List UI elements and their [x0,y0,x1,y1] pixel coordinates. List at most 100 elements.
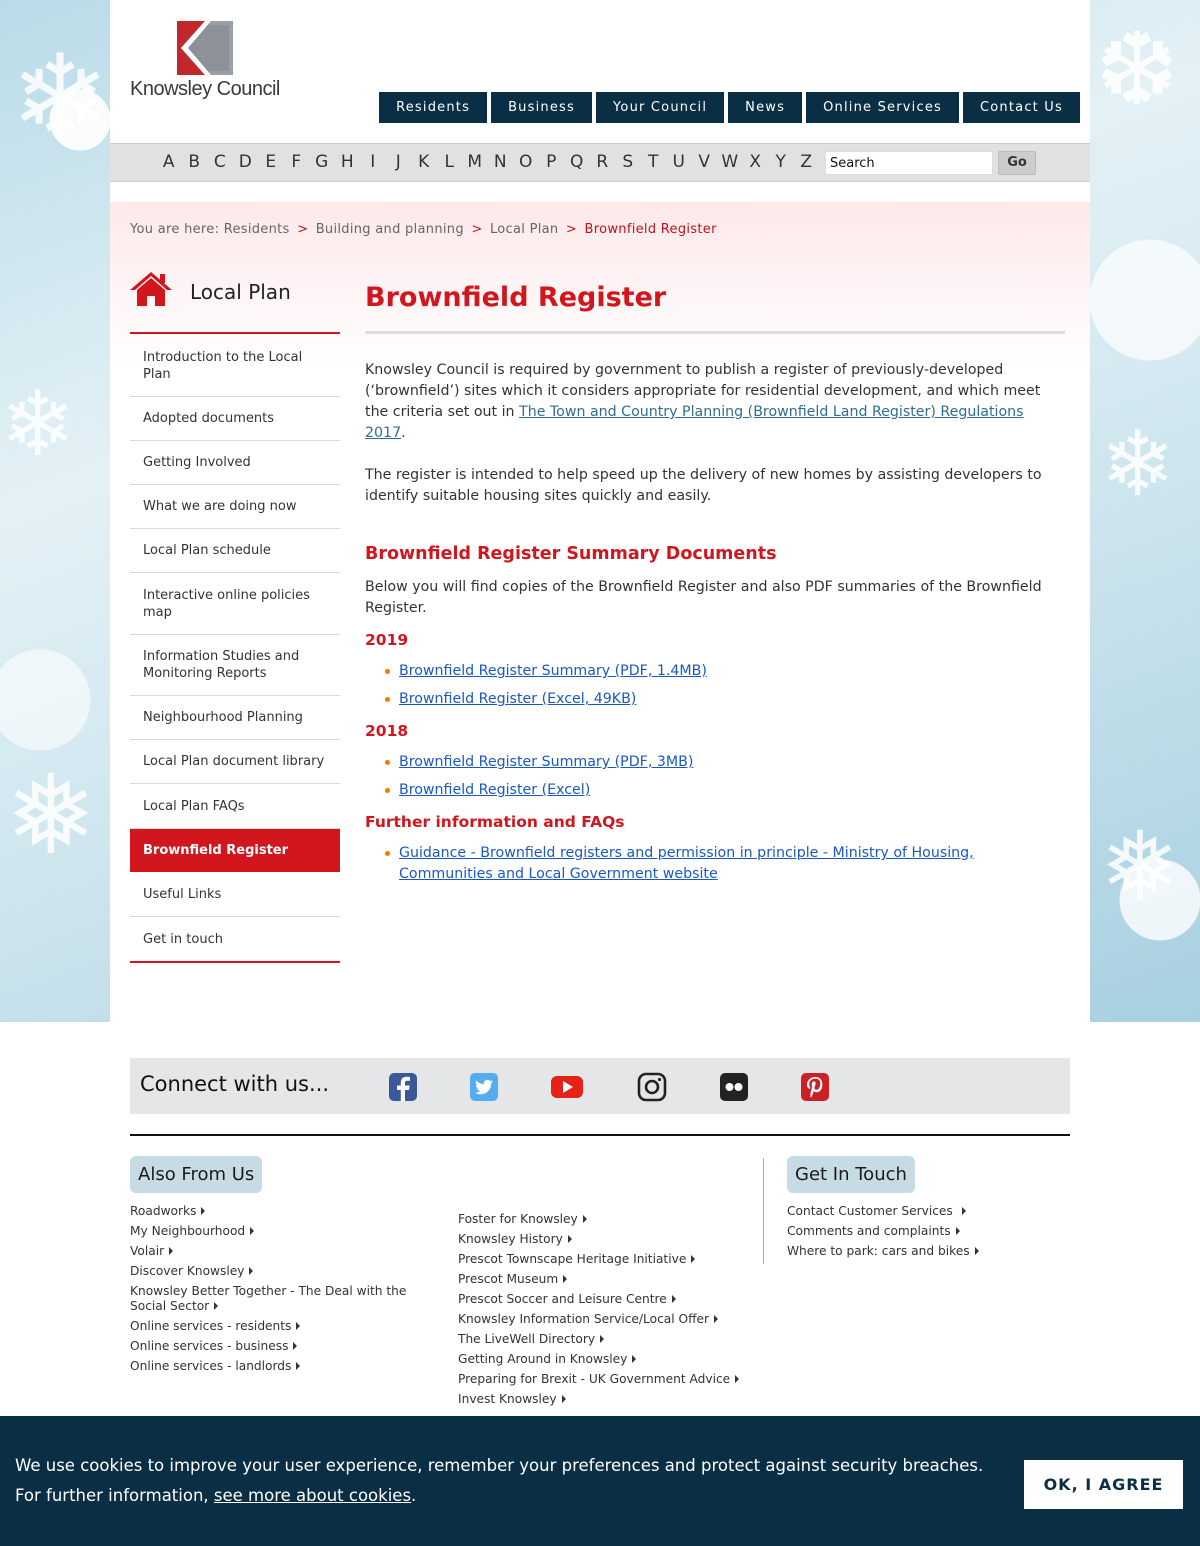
list-item: Brownfield Register Summary (PDF, 1.4MB) [365,661,1065,682]
a-z-letter-v[interactable]: V [692,152,718,172]
guidance-link[interactable]: Guidance - Brownfield registers and perm… [399,845,974,882]
a-z-letter-c[interactable]: C [207,152,233,172]
also-from-us-heading: Also From Us [130,1156,263,1193]
a-z-letter-y[interactable]: Y [768,152,794,172]
a-z-letter-j[interactable]: J [386,152,412,172]
a-z-letter-w[interactable]: W [717,152,743,172]
summary-pdf-2018-link[interactable]: Brownfield Register Summary (PDF, 3MB) [399,754,693,770]
caret-right-icon [974,1247,979,1255]
nav-residents[interactable]: Residents [379,92,488,123]
a-z-letter-z[interactable]: Z [794,152,820,172]
twitter-icon[interactable] [469,1072,499,1102]
caret-right-icon [691,1255,696,1263]
sidebar-item-adopted-documents[interactable]: Adopted documents [130,397,340,441]
footer-link[interactable]: The LiveWell Directory [458,1329,758,1349]
footer-link[interactable]: My Neighbourhood [130,1221,430,1241]
cookie-agree-button[interactable]: OK, I AGREE [1024,1460,1183,1509]
a-z-letter-u[interactable]: U [666,152,692,172]
a-z-letter-a[interactable]: A [156,152,182,172]
a-z-letter-i[interactable]: I [360,152,386,172]
footer-link[interactable]: Knowsley Better Together - The Deal with… [130,1281,430,1316]
footer-link[interactable]: Knowsley Information Service/Local Offer [458,1309,758,1329]
footer-link[interactable]: Online services - landlords [130,1356,430,1376]
snowflake-decoration: ❅ [1100,812,1180,922]
instagram-icon[interactable] [637,1072,667,1102]
sidebar-item-getting-involved[interactable]: Getting Involved [130,441,340,485]
a-z-letter-m[interactable]: M [462,152,488,172]
a-z-letter-s[interactable]: S [615,152,641,172]
footer-link[interactable]: Online services - residents [130,1316,430,1336]
footer-link[interactable]: Discover Knowsley [130,1261,430,1281]
also-from-us-list-2: Foster for Knowsley Knowsley History Pre… [458,1209,758,1409]
a-z-letter-t[interactable]: T [641,152,667,172]
snowflake-decoration: ❅ [5,751,98,879]
a-z-letter-k[interactable]: K [411,152,437,172]
a-z-letter-b[interactable]: B [182,152,208,172]
a-z-letter-f[interactable]: F [284,152,310,172]
a-z-letter-r[interactable]: R [590,152,616,172]
sidebar-item-neighbourhood-planning[interactable]: Neighbourhood Planning [130,696,340,740]
pinterest-icon[interactable] [800,1072,830,1102]
sidebar-item-policies-map[interactable]: Interactive online policies map [130,573,340,635]
caret-right-icon [169,1247,174,1255]
footer-link[interactable]: Getting Around in Knowsley [458,1349,758,1369]
footer-link[interactable]: Prescot Museum [458,1269,758,1289]
footer-link[interactable]: Contact Customer Services [787,1201,1067,1221]
flickr-icon[interactable] [719,1072,749,1102]
a-z-letter-o[interactable]: O [513,152,539,172]
footer-link[interactable]: Roadworks [130,1201,430,1221]
register-excel-2018-link[interactable]: Brownfield Register (Excel) [399,782,590,798]
sidebar-item-get-in-touch[interactable]: Get in touch [130,917,340,961]
breadcrumb-residents[interactable]: Residents [224,222,290,237]
footer-link[interactable]: Comments and complaints [787,1221,1067,1241]
council-logo[interactable]: Knowsley Council [130,20,280,105]
footer-link[interactable]: Online services - business [130,1336,430,1356]
footer-link[interactable]: Prescot Townscape Heritage Initiative [458,1249,758,1269]
search-go-button[interactable]: Go [998,151,1036,175]
a-z-index: ABCDEFGHIJKLMNOPQRSTUVWXYZ [156,152,819,172]
footer-link[interactable]: Prescot Soccer and Leisure Centre [458,1289,758,1309]
a-z-letter-d[interactable]: D [233,152,259,172]
a-z-letter-x[interactable]: X [743,152,769,172]
a-z-letter-q[interactable]: Q [564,152,590,172]
register-excel-2019-link[interactable]: Brownfield Register (Excel, 49KB) [399,691,636,707]
nav-business[interactable]: Business [491,92,592,123]
youtube-icon[interactable] [550,1072,584,1102]
caret-right-icon [214,1302,219,1310]
list-item: Brownfield Register (Excel) [365,780,1065,801]
a-z-letter-e[interactable]: E [258,152,284,172]
footer-link[interactable]: Preparing for Brexit - UK Government Adv… [458,1369,758,1389]
summary-pdf-2019-link[interactable]: Brownfield Register Summary (PDF, 1.4MB) [399,663,707,679]
a-z-letter-p[interactable]: P [539,152,565,172]
footer-link[interactable]: Volair [130,1241,430,1261]
a-z-letter-h[interactable]: H [335,152,361,172]
sidebar-item-faqs[interactable]: Local Plan FAQs [130,784,340,829]
search-input[interactable] [825,151,993,175]
sidebar-item-useful-links[interactable]: Useful Links [130,872,340,917]
a-z-letter-g[interactable]: G [309,152,335,172]
a-z-letter-l[interactable]: L [437,152,463,172]
nav-your-council[interactable]: Your Council [596,92,725,123]
sidebar-item-schedule[interactable]: Local Plan schedule [130,529,340,573]
footer-link[interactable]: Foster for Knowsley [458,1209,758,1229]
nav-news[interactable]: News [728,92,803,123]
nav-online-services[interactable]: Online Services [806,92,959,123]
snowflake-decoration: ❄ [10,30,111,169]
caret-right-icon [961,1207,966,1215]
sidebar-item-what-we-are-doing[interactable]: What we are doing now [130,485,340,529]
facebook-icon[interactable] [388,1072,418,1102]
nav-contact-us[interactable]: Contact Us [963,92,1080,123]
sidebar-item-document-library[interactable]: Local Plan document library [130,740,340,784]
a-z-letter-n[interactable]: N [488,152,514,172]
sidebar-item-brownfield-register[interactable]: Brownfield Register [130,829,340,872]
sidebar-item-studies-reports[interactable]: Information Studies and Monitoring Repor… [130,635,340,696]
cookie-banner: We use cookies to improve your user expe… [0,1416,1200,1546]
get-in-touch-heading: Get In Touch [787,1156,915,1193]
footer-link[interactable]: Invest Knowsley [458,1389,758,1409]
footer-link[interactable]: Where to park: cars and bikes [787,1241,1067,1261]
breadcrumb-building-planning[interactable]: Building and planning [316,222,464,237]
sidebar-item-introduction[interactable]: Introduction to the Local Plan [130,336,340,397]
cookie-policy-link[interactable]: see more about cookies [214,1486,411,1505]
breadcrumb-local-plan[interactable]: Local Plan [490,222,558,237]
footer-link[interactable]: Knowsley History [458,1229,758,1249]
